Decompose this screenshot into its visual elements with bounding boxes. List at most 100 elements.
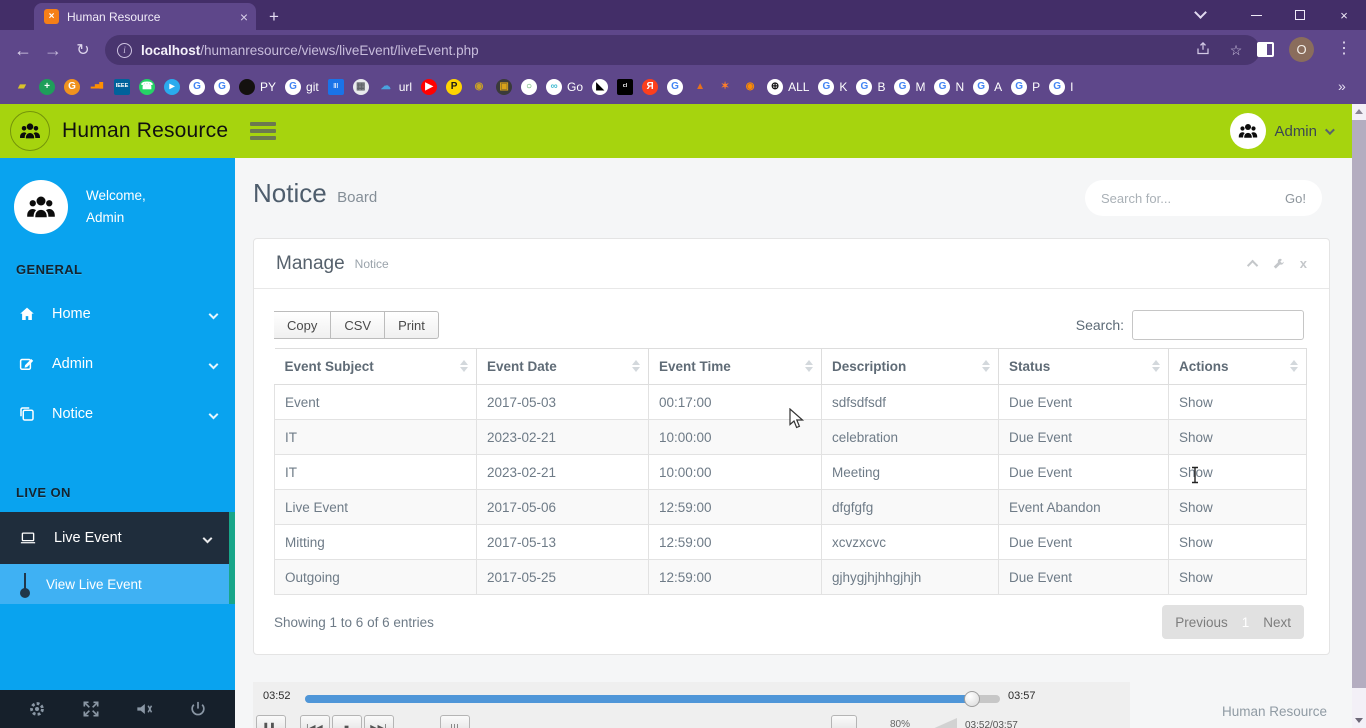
scroll-down-icon[interactable] bbox=[1355, 718, 1363, 723]
site-info-icon[interactable]: i bbox=[117, 43, 132, 58]
bookmark-item[interactable]: Я bbox=[642, 79, 658, 95]
volume-wedge-icon[interactable] bbox=[921, 718, 957, 728]
sidebar-item-live-event[interactable]: Live Event bbox=[0, 512, 235, 564]
sidebar-subitem-view-live-event[interactable]: View Live Event bbox=[0, 564, 235, 604]
bookmark-item[interactable]: ○ bbox=[521, 79, 537, 95]
sidebar-toggle-icon[interactable] bbox=[250, 122, 276, 140]
close-button[interactable]: × bbox=[1322, 0, 1366, 30]
column-header[interactable]: Actions bbox=[1169, 349, 1307, 385]
tab-search-chevron-icon[interactable] bbox=[1194, 6, 1207, 19]
bookmark-item[interactable]: ☁ url bbox=[378, 79, 412, 95]
bookmark-item[interactable]: ||| bbox=[328, 79, 344, 95]
new-tab-button[interactable]: + bbox=[262, 5, 286, 29]
player-stop-button[interactable]: ■ bbox=[332, 715, 362, 728]
fullscreen-icon[interactable] bbox=[81, 699, 101, 719]
browser-menu-icon[interactable]: ⋮ bbox=[1336, 38, 1352, 58]
bookmark-item[interactable]: G B bbox=[856, 79, 885, 95]
sidebar-item-notice[interactable]: Notice bbox=[0, 389, 235, 439]
bookmark-item[interactable]: G bbox=[214, 79, 230, 95]
sort-icon[interactable] bbox=[632, 360, 640, 372]
bookmark-item[interactable]: G A bbox=[973, 79, 1002, 95]
table-search-input[interactable] bbox=[1132, 310, 1304, 340]
sort-icon[interactable] bbox=[460, 360, 468, 372]
player-extra-button[interactable] bbox=[831, 715, 857, 728]
column-header[interactable]: Event Date bbox=[477, 349, 649, 385]
table-row[interactable]: Live Event 2017-05-06 12:59:00 dfgfgfg E… bbox=[275, 490, 1307, 525]
bookmark-item[interactable]: cl bbox=[617, 79, 633, 95]
sort-icon[interactable] bbox=[982, 360, 990, 372]
bookmark-item[interactable]: ◣ bbox=[592, 79, 608, 95]
player-skip-forward-button[interactable]: ▶▶| bbox=[364, 715, 394, 728]
bookmark-item[interactable]: ▰ bbox=[14, 79, 30, 95]
column-header[interactable]: Event Subject bbox=[275, 349, 477, 385]
bookmark-item[interactable]: G N bbox=[934, 79, 964, 95]
bookmark-item[interactable]: G bbox=[64, 79, 80, 95]
bookmark-item[interactable]: G git bbox=[285, 79, 319, 95]
bookmark-item[interactable]: ▂▅█ bbox=[89, 79, 105, 95]
bookmark-item[interactable]: ▲ bbox=[692, 79, 708, 95]
browser-tab[interactable]: × Human Resource × bbox=[34, 3, 256, 30]
tab-close-icon[interactable]: × bbox=[240, 9, 248, 25]
bookmark-item[interactable]: ☎ bbox=[139, 79, 155, 95]
bookmark-item[interactable]: ∞ Go bbox=[546, 79, 583, 95]
bookmark-item[interactable]: ◉ bbox=[471, 79, 487, 95]
column-header[interactable]: Event Time bbox=[649, 349, 822, 385]
export-button[interactable]: CSV bbox=[331, 311, 385, 339]
sort-icon[interactable] bbox=[1152, 360, 1160, 372]
table-row[interactable]: IT 2023-02-21 10:00:00 Meeting Due Event… bbox=[275, 455, 1307, 490]
bookmarks-overflow-icon[interactable]: » bbox=[1338, 78, 1352, 94]
scroll-up-icon[interactable] bbox=[1355, 109, 1363, 114]
pagination-previous[interactable]: Previous bbox=[1175, 615, 1228, 630]
sort-icon[interactable] bbox=[1290, 360, 1298, 372]
export-button[interactable]: Print bbox=[385, 311, 439, 339]
table-row[interactable]: Event 2017-05-03 00:17:00 sdfsdfsdf Due … bbox=[275, 385, 1307, 420]
side-panel-icon[interactable] bbox=[1257, 42, 1274, 57]
player-seek-handle[interactable] bbox=[964, 691, 980, 707]
player-playlist-button[interactable]: ||| bbox=[440, 715, 470, 728]
bookmark-item[interactable]: ▶ bbox=[421, 79, 437, 95]
admin-chevron-down-icon[interactable] bbox=[1325, 125, 1335, 135]
back-button[interactable]: ← bbox=[8, 40, 38, 61]
player-seek-bar[interactable] bbox=[305, 695, 1000, 703]
show-link[interactable]: Show bbox=[1169, 455, 1307, 490]
panel-settings-wrench-icon[interactable] bbox=[1272, 257, 1286, 271]
sort-icon[interactable] bbox=[805, 360, 813, 372]
share-icon[interactable] bbox=[1191, 41, 1215, 59]
address-bar[interactable]: i localhost/humanresource/views/liveEven… bbox=[105, 35, 1260, 65]
sidebar-item-admin[interactable]: Admin bbox=[0, 339, 235, 389]
settings-gear-icon[interactable] bbox=[27, 699, 47, 719]
show-link[interactable]: Show bbox=[1169, 385, 1307, 420]
reload-button[interactable]: ↻ bbox=[68, 40, 98, 60]
bookmark-item[interactable]: ◉ bbox=[742, 79, 758, 95]
forward-button[interactable]: → bbox=[38, 40, 68, 61]
table-row[interactable]: Outgoing 2017-05-25 12:59:00 gjhygjhjhhg… bbox=[275, 560, 1307, 595]
page-scrollbar[interactable] bbox=[1352, 104, 1366, 728]
bookmark-item[interactable]: ⊕ ALL bbox=[767, 79, 809, 95]
player-skip-back-button[interactable]: |◀◀ bbox=[300, 715, 330, 728]
global-search-go-button[interactable]: Go! bbox=[1285, 191, 1306, 206]
export-button[interactable]: Copy bbox=[274, 311, 331, 339]
minimize-button[interactable] bbox=[1234, 0, 1278, 30]
bookmark-item[interactable]: G P bbox=[1011, 79, 1040, 95]
admin-avatar[interactable] bbox=[1230, 113, 1266, 149]
bookmark-item[interactable]: G bbox=[667, 79, 683, 95]
sidebar-item-home[interactable]: Home bbox=[0, 289, 235, 339]
power-icon[interactable] bbox=[188, 699, 208, 719]
pagination-next[interactable]: Next bbox=[1263, 615, 1291, 630]
column-header[interactable]: Status bbox=[999, 349, 1169, 385]
bookmark-item[interactable]: G I bbox=[1049, 79, 1073, 95]
table-row[interactable]: IT 2023-02-21 10:00:00 celebration Due E… bbox=[275, 420, 1307, 455]
global-search-input[interactable] bbox=[1101, 191, 1285, 206]
bookmark-star-icon[interactable]: ☆ bbox=[1224, 42, 1248, 59]
show-link[interactable]: Show bbox=[1169, 525, 1307, 560]
panel-collapse-icon[interactable] bbox=[1247, 259, 1258, 270]
url-text[interactable]: localhost/humanresource/views/liveEvent/… bbox=[141, 43, 1182, 58]
bookmark-item[interactable]: PY bbox=[239, 79, 276, 95]
admin-menu[interactable]: Admin bbox=[1274, 123, 1317, 140]
table-row[interactable]: Mitting 2017-05-13 12:59:00 xcvzxcvc Due… bbox=[275, 525, 1307, 560]
scrollbar-thumb[interactable] bbox=[1352, 120, 1366, 688]
column-header[interactable]: Description bbox=[822, 349, 999, 385]
bookmark-item[interactable]: P bbox=[446, 79, 462, 95]
show-link[interactable]: Show bbox=[1169, 560, 1307, 595]
bookmark-item[interactable]: ✶ bbox=[717, 79, 733, 95]
